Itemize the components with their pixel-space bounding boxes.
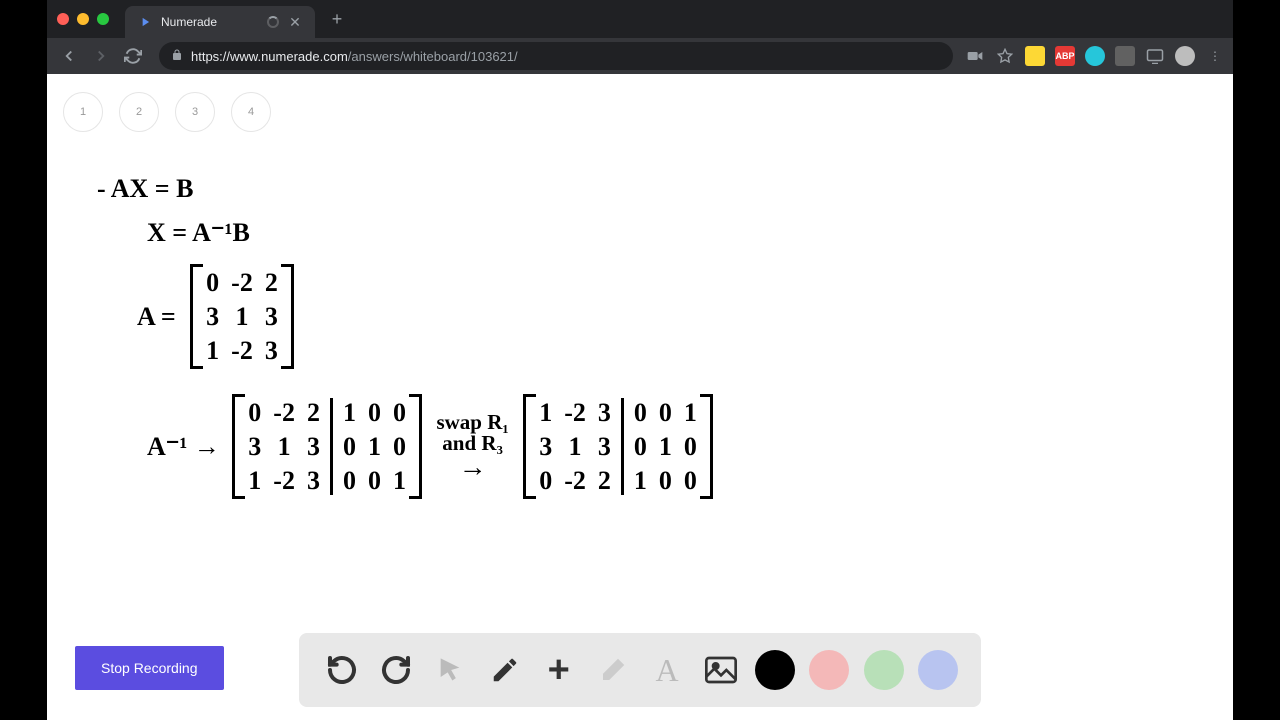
page-2-button[interactable]: 2 xyxy=(119,92,159,132)
reload-button[interactable] xyxy=(119,42,147,70)
page-content: 1 2 3 4 - AX = B X = A⁻¹B A = 031 -21-2 … xyxy=(47,74,1233,720)
pen-tool[interactable] xyxy=(485,650,525,690)
equation-1: - AX = B xyxy=(97,174,193,204)
camera-icon[interactable] xyxy=(965,46,985,66)
matrix-a: A = 031 -21-2 233 xyxy=(137,264,294,369)
extension-2-icon[interactable] xyxy=(1085,46,1105,66)
extension-3-icon[interactable] xyxy=(1115,46,1135,66)
browser-tab[interactable]: Numerade ✕ xyxy=(125,6,315,38)
matrix-a-inverse-row: A⁻¹ → 031 -21-2 233 100 010 001 swap R₁ … xyxy=(147,394,713,499)
url-text: https://www.numerade.com/answers/whitebo… xyxy=(191,49,518,64)
page-navigation: 1 2 3 4 xyxy=(63,92,271,132)
whiteboard-canvas[interactable]: - AX = B X = A⁻¹B A = 031 -21-2 233 A⁻¹ … xyxy=(97,174,1183,600)
color-green[interactable] xyxy=(864,650,904,690)
tab-favicon-icon xyxy=(137,14,153,30)
stop-recording-button[interactable]: Stop Recording xyxy=(75,646,224,690)
window-controls xyxy=(57,13,109,25)
forward-button[interactable] xyxy=(87,42,115,70)
address-bar[interactable]: https://www.numerade.com/answers/whitebo… xyxy=(159,42,953,70)
adblock-icon[interactable]: ABP xyxy=(1055,46,1075,66)
close-window-button[interactable] xyxy=(57,13,69,25)
undo-button[interactable] xyxy=(322,650,362,690)
lock-icon xyxy=(171,49,183,64)
close-tab-button[interactable]: ✕ xyxy=(287,14,303,30)
menu-icon[interactable]: ⋮ xyxy=(1205,46,1225,66)
tab-loading-icon xyxy=(267,16,279,28)
new-tab-button[interactable]: + xyxy=(323,5,351,33)
image-tool[interactable] xyxy=(701,650,741,690)
add-tool[interactable]: + xyxy=(539,650,579,690)
page-4-button[interactable]: 4 xyxy=(231,92,271,132)
minimize-window-button[interactable] xyxy=(77,13,89,25)
tab-bar: Numerade ✕ + xyxy=(47,0,1233,38)
screen-icon[interactable] xyxy=(1145,46,1165,66)
text-tool[interactable]: A xyxy=(647,650,687,690)
page-1-button[interactable]: 1 xyxy=(63,92,103,132)
redo-button[interactable] xyxy=(376,650,416,690)
browser-toolbar: https://www.numerade.com/answers/whitebo… xyxy=(47,38,1233,74)
color-blue[interactable] xyxy=(918,650,958,690)
profile-avatar-icon[interactable] xyxy=(1175,46,1195,66)
extensions: ABP ⋮ xyxy=(965,46,1225,66)
color-red[interactable] xyxy=(809,650,849,690)
maximize-window-button[interactable] xyxy=(97,13,109,25)
equation-2: X = A⁻¹B xyxy=(147,218,250,248)
tab-title: Numerade xyxy=(161,15,259,29)
extension-1-icon[interactable] xyxy=(1025,46,1045,66)
color-black[interactable] xyxy=(755,650,795,690)
star-icon[interactable] xyxy=(995,46,1015,66)
pointer-tool[interactable] xyxy=(430,650,470,690)
eraser-tool[interactable] xyxy=(593,650,633,690)
page-3-button[interactable]: 3 xyxy=(175,92,215,132)
whiteboard-toolbar: + A xyxy=(299,633,981,707)
back-button[interactable] xyxy=(55,42,83,70)
browser-window: Numerade ✕ + https://www.numerade.com/an… xyxy=(47,0,1233,720)
